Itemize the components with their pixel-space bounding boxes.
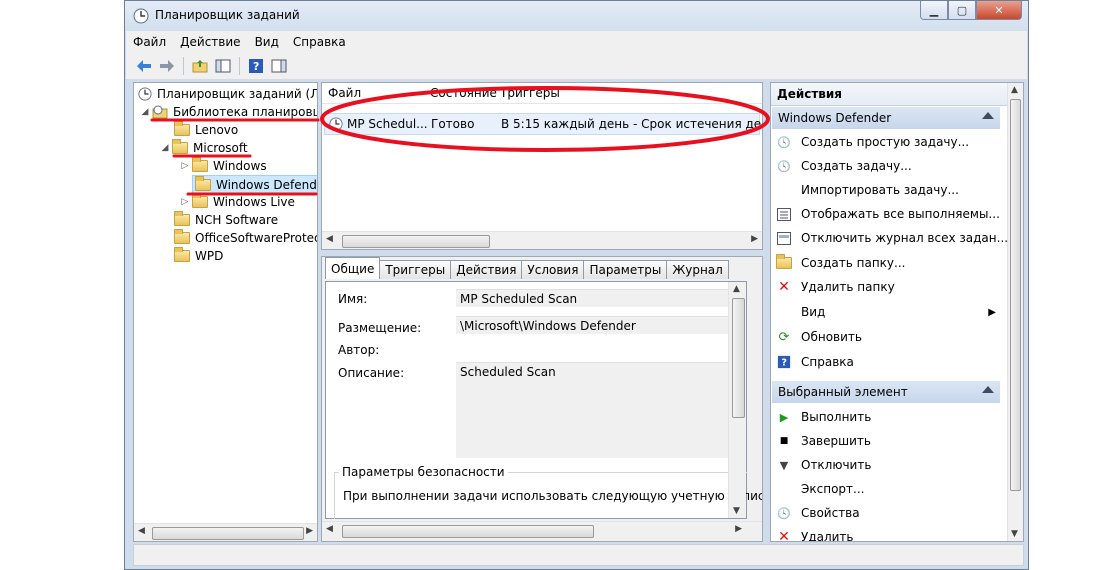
tab-general[interactable]: Общие (325, 257, 381, 279)
tab-label: Общие (331, 261, 375, 276)
annotation-ellipse (320, 86, 770, 152)
annotation-overlay (150, 86, 770, 196)
